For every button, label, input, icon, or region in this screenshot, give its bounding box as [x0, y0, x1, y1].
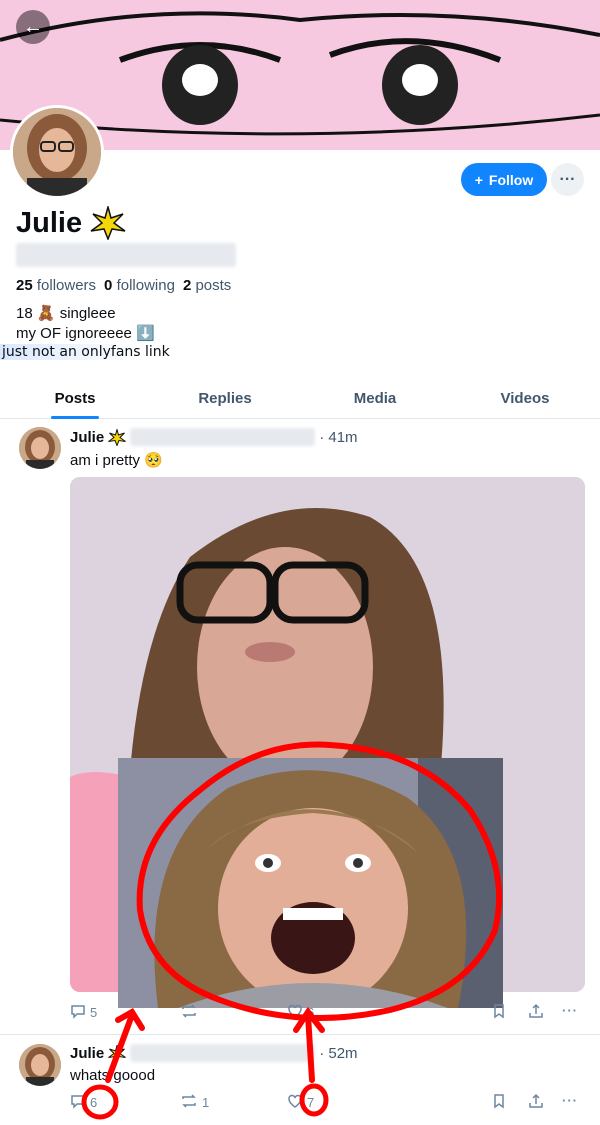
- bio-line: my OF ignoreeee ⬇️: [16, 325, 155, 342]
- more-options-button[interactable]: ···: [551, 163, 584, 196]
- like-count: 6: [307, 1005, 315, 1020]
- display-name: Julie: [16, 206, 83, 239]
- repost-button[interactable]: 1: [180, 1093, 209, 1112]
- like-button[interactable]: 6: [287, 1003, 314, 1022]
- avatar[interactable]: [10, 105, 104, 199]
- post-header: Julie · 41m: [70, 428, 358, 446]
- sparkle-icon: [90, 206, 126, 240]
- post-text: am i pretty 🥺: [70, 452, 163, 469]
- bookmark-button[interactable]: [492, 1093, 506, 1112]
- post-actions: 6 1 7 ···: [68, 1093, 584, 1113]
- post-more-button[interactable]: ···: [562, 1003, 578, 1018]
- handle-redacted: [130, 1044, 316, 1062]
- like-button[interactable]: 7: [287, 1093, 314, 1112]
- bookmark-button[interactable]: [492, 1003, 506, 1022]
- tab-videos[interactable]: Videos: [450, 378, 600, 418]
- profile-bio: 18 🧸 singleee my OF ignoreeee ⬇️: [16, 304, 155, 344]
- post-text: whats goood: [70, 1067, 156, 1084]
- post-more-button[interactable]: ···: [562, 1093, 578, 1108]
- bio-handwritten-note: just not an onlyfans link: [0, 344, 172, 360]
- plus-icon: +: [474, 171, 483, 188]
- repost-icon: [180, 1003, 198, 1022]
- avatar-photo: [13, 108, 101, 196]
- post-avatar[interactable]: [19, 1044, 61, 1086]
- back-button[interactable]: ←: [16, 10, 50, 44]
- profile-tabs: Posts Replies Media Videos: [0, 378, 600, 419]
- following-link[interactable]: 0 following: [104, 277, 175, 294]
- posts-count: 2 posts: [182, 277, 232, 294]
- follow-button[interactable]: + Follow: [461, 163, 547, 196]
- ellipsis-icon: ···: [559, 170, 576, 188]
- post-avatar-photo: [19, 1044, 61, 1086]
- bio-line: 18 🧸 singleee: [16, 305, 116, 322]
- sparkle-icon: [108, 1044, 126, 1062]
- repost-button[interactable]: [180, 1003, 198, 1022]
- post-avatar[interactable]: [19, 427, 61, 469]
- bookmark-icon: [492, 1003, 506, 1022]
- tab-replies[interactable]: Replies: [150, 378, 300, 418]
- share-button[interactable]: [528, 1003, 544, 1022]
- reply-button[interactable]: 5: [70, 1003, 97, 1022]
- tab-media[interactable]: Media: [300, 378, 450, 418]
- share-button[interactable]: [528, 1093, 544, 1112]
- comment-icon: [70, 1093, 86, 1112]
- reply-count: 5: [90, 1005, 98, 1020]
- overlay-photo: [118, 758, 503, 1008]
- bookmark-icon: [492, 1093, 506, 1112]
- post-divider: [0, 1034, 600, 1035]
- ellipsis-icon: ···: [562, 1003, 578, 1018]
- post-author[interactable]: Julie: [70, 429, 104, 446]
- share-icon: [528, 1003, 544, 1022]
- ellipsis-icon: ···: [562, 1093, 578, 1108]
- heart-icon: [287, 1003, 303, 1022]
- followers-link[interactable]: 25 followers: [16, 277, 96, 294]
- post-avatar-photo: [19, 427, 61, 469]
- repost-icon: [180, 1093, 198, 1112]
- post-header: Julie · 52m: [70, 1044, 358, 1062]
- post-time[interactable]: · 52m: [319, 1045, 357, 1062]
- heart-icon: [287, 1093, 303, 1112]
- repost-count: 1: [202, 1095, 210, 1110]
- share-icon: [528, 1093, 544, 1112]
- profile-stats: 25 followers 0 following 2 posts: [16, 277, 231, 294]
- reply-count: 6: [90, 1095, 98, 1110]
- arrow-left-icon: ←: [23, 15, 43, 38]
- like-count: 7: [307, 1095, 315, 1110]
- overlay-photo-art: [118, 758, 503, 1008]
- reply-button[interactable]: 6: [70, 1093, 97, 1112]
- tab-posts[interactable]: Posts: [0, 378, 150, 418]
- post-time[interactable]: · 41m: [319, 429, 357, 446]
- sparkle-icon: [108, 428, 126, 446]
- post-actions: 5 6 ···: [68, 1003, 584, 1023]
- follow-button-label: Follow: [488, 171, 534, 188]
- profile-name-row: Julie: [16, 206, 126, 240]
- post-author[interactable]: Julie: [70, 1045, 104, 1062]
- handle-redacted: [16, 243, 236, 267]
- handle-redacted: [130, 428, 316, 446]
- comment-icon: [70, 1003, 86, 1022]
